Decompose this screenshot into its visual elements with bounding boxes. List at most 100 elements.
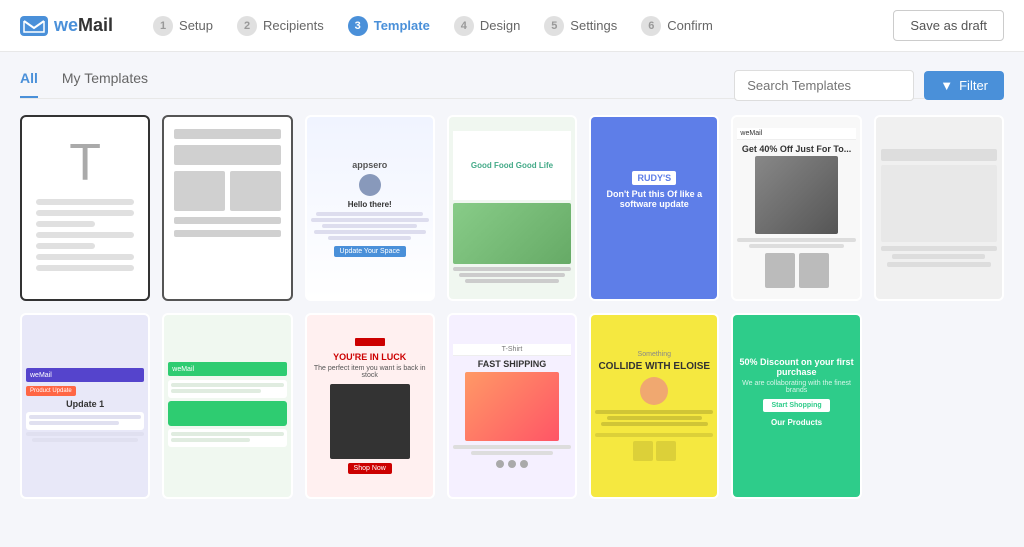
template-preview-grey: [876, 117, 1002, 299]
green-logo: weMail: [172, 366, 194, 373]
food-line: [465, 279, 560, 283]
watch-logo: weMail: [740, 130, 762, 137]
layout-block: [174, 217, 280, 224]
template-grid: T: [20, 115, 1004, 499]
appsero-line: [316, 212, 422, 216]
green-line: [171, 432, 283, 436]
template-card-product-update[interactable]: weMail Product Update Update 1: [20, 313, 150, 499]
green-line: [171, 389, 261, 393]
step-label-setup: Setup: [179, 18, 213, 33]
luck-sub: The perfect item you want is back in sto…: [313, 365, 427, 379]
template-preview-watch: weMail Get 40% Off Just For To...: [733, 117, 859, 299]
step-label-confirm: Confirm: [667, 18, 713, 33]
step-num-3: 3: [348, 16, 368, 36]
step-num-4: 4: [454, 16, 474, 36]
template-card-appsero[interactable]: appsero Hello there! Update Your Space: [305, 115, 435, 301]
food-line: [459, 273, 565, 277]
food-header: Good Food Good Life: [453, 131, 571, 201]
watch-title: Get 40% Off Just For To...: [742, 144, 851, 154]
product-line2: [26, 432, 144, 436]
content-area: All My Templates ▼ Filter T: [0, 52, 1024, 517]
nav-step-template[interactable]: 3 Template: [336, 16, 442, 36]
blank-lines: [36, 199, 134, 271]
template-preview-appsero: appsero Hello there! Update Your Space: [307, 117, 433, 299]
discount-title: 50% Discount on your first purchase: [739, 357, 853, 377]
appsero-line: [311, 218, 429, 222]
green-block2: [168, 429, 286, 447]
layout-row-5: [174, 230, 280, 237]
template-card-grey[interactable]: [874, 115, 1004, 301]
product-title: Update 1: [66, 399, 104, 409]
save-draft-button[interactable]: Save as draft: [893, 10, 1004, 41]
nav-step-setup[interactable]: 1 Setup: [141, 16, 225, 36]
step-num-6: 6: [641, 16, 661, 36]
layout-block: [174, 145, 280, 165]
shipping-icons: [496, 460, 528, 468]
logo-icon: [20, 16, 48, 36]
toolbar: ▼ Filter: [734, 70, 1004, 101]
template-preview-discount: 50% Discount on your first purchase We a…: [733, 315, 859, 497]
filter-button[interactable]: ▼ Filter: [924, 71, 1004, 100]
tab-all[interactable]: All: [20, 70, 38, 98]
header-right: Save as draft: [893, 10, 1004, 41]
logo[interactable]: weMail: [20, 15, 113, 36]
layout-row-4: [174, 217, 280, 224]
collide-title: COLLIDE WITH ELOISE: [598, 361, 710, 372]
step-label-settings: Settings: [570, 18, 617, 33]
layout-row-2: [174, 145, 280, 165]
appsero-line: [322, 224, 417, 228]
blank-line-7: [36, 265, 134, 271]
watch-line: [737, 238, 855, 242]
nav-step-settings[interactable]: 5 Settings: [532, 16, 629, 36]
nav-step-recipients[interactable]: 2 Recipients: [225, 16, 336, 36]
discount-sub: We are collaborating with the finest bra…: [739, 380, 853, 394]
product-line: [29, 415, 141, 419]
watch-header: weMail: [737, 128, 855, 140]
rudys-img-row: [652, 226, 656, 246]
blank-t-letter: T: [69, 137, 101, 189]
filter-icon: ▼: [940, 78, 953, 93]
template-preview-collide: Something COLLIDE WITH ELOISE: [591, 315, 717, 497]
template-preview-food: Good Food Good Life: [449, 117, 575, 299]
layout-block: [174, 230, 280, 237]
shipping-icon-dot: [508, 460, 516, 468]
template-card-discount[interactable]: 50% Discount on your first purchase We a…: [731, 313, 861, 499]
blank-line-6: [36, 254, 134, 260]
tab-my-templates[interactable]: My Templates: [62, 70, 148, 98]
template-card-collide[interactable]: Something COLLIDE WITH ELOISE: [589, 313, 719, 499]
template-card-shipping[interactable]: T-Shirt FAST SHIPPING: [447, 313, 577, 499]
search-input[interactable]: [734, 70, 914, 101]
discount-title2: Our Products: [771, 418, 822, 427]
step-label-recipients: Recipients: [263, 18, 324, 33]
collide-line: [601, 422, 707, 426]
template-card-food[interactable]: Good Food Good Life: [447, 115, 577, 301]
blank-line-5: [36, 243, 95, 249]
collide-avatar: [640, 377, 668, 405]
nav-step-design[interactable]: 4 Design: [442, 16, 532, 36]
layout-block: [174, 129, 280, 139]
layout-row-1: [174, 129, 280, 139]
collide-line: [607, 416, 702, 420]
template-card-green[interactable]: weMail: [162, 313, 292, 499]
template-card-watch[interactable]: weMail Get 40% Off Just For To...: [731, 115, 861, 301]
template-card-rudys[interactable]: RUDY'S Don't Put this Of like a software…: [589, 115, 719, 301]
appsero-logo: appsero: [352, 160, 387, 170]
rudys-badge: RUDY'S: [632, 171, 676, 185]
collide-line: [595, 410, 713, 414]
step-label-template: Template: [374, 18, 430, 33]
template-preview-rudys: RUDY'S Don't Put this Of like a software…: [591, 117, 717, 299]
blank-line-3: [36, 221, 95, 227]
nav-step-confirm[interactable]: 6 Confirm: [629, 16, 725, 36]
template-card-blank[interactable]: T: [20, 115, 150, 301]
product-line: [29, 421, 119, 425]
luck-logo: [355, 338, 385, 346]
shipping-image: [465, 372, 560, 441]
food-image: [453, 203, 571, 264]
discount-products: [794, 431, 800, 456]
template-card-luck[interactable]: YOU'RE IN LUCK The perfect item you want…: [305, 313, 435, 499]
template-preview-luck: YOU'RE IN LUCK The perfect item you want…: [307, 315, 433, 497]
appsero-title: Hello there!: [348, 200, 392, 209]
product-line2: [32, 438, 138, 442]
template-card-layout[interactable]: [162, 115, 292, 301]
blank-line-1: [36, 199, 134, 205]
